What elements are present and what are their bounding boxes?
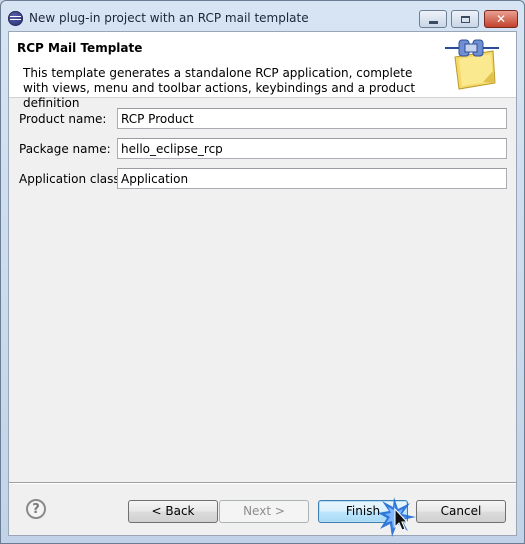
- wizard-content: RCP Mail Template This template generate…: [8, 31, 517, 536]
- application-class-input[interactable]: [117, 168, 507, 189]
- back-button[interactable]: < Back: [128, 500, 218, 523]
- dialog-window: New plug-in project with an RCP mail tem…: [0, 0, 525, 544]
- application-class-label: Application class:: [19, 172, 124, 186]
- click-highlight-cursor-icon: [378, 497, 416, 537]
- product-name-input[interactable]: [117, 108, 507, 129]
- window-title: New plug-in project with an RCP mail tem…: [29, 11, 309, 25]
- title-bar[interactable]: New plug-in project with an RCP mail tem…: [1, 1, 524, 31]
- minimize-button[interactable]: [419, 10, 447, 28]
- close-button[interactable]: ✕: [484, 10, 518, 28]
- product-name-label: Product name:: [19, 112, 107, 126]
- product-name-row: Product name:: [9, 107, 516, 131]
- button-bar-separator: [9, 482, 516, 484]
- page-description: This template generates a standalone RCP…: [23, 66, 416, 110]
- wizard-plug-banner-icon: [445, 39, 499, 90]
- help-icon: ?: [32, 501, 40, 517]
- minimize-icon: [428, 20, 438, 24]
- application-class-row: Application class:: [9, 167, 516, 191]
- maximize-button[interactable]: [451, 10, 479, 28]
- eclipse-icon: [8, 11, 23, 26]
- next-button[interactable]: Next >: [219, 500, 309, 523]
- package-name-input[interactable]: [117, 138, 507, 159]
- cancel-button[interactable]: Cancel: [416, 500, 506, 523]
- help-button[interactable]: ?: [26, 499, 46, 519]
- page-title: RCP Mail Template: [17, 41, 143, 55]
- package-name-row: Package name:: [9, 137, 516, 161]
- maximize-icon: [460, 15, 470, 23]
- close-icon: ✕: [495, 12, 507, 26]
- wizard-header: RCP Mail Template This template generate…: [9, 32, 516, 110]
- package-name-label: Package name:: [19, 142, 111, 156]
